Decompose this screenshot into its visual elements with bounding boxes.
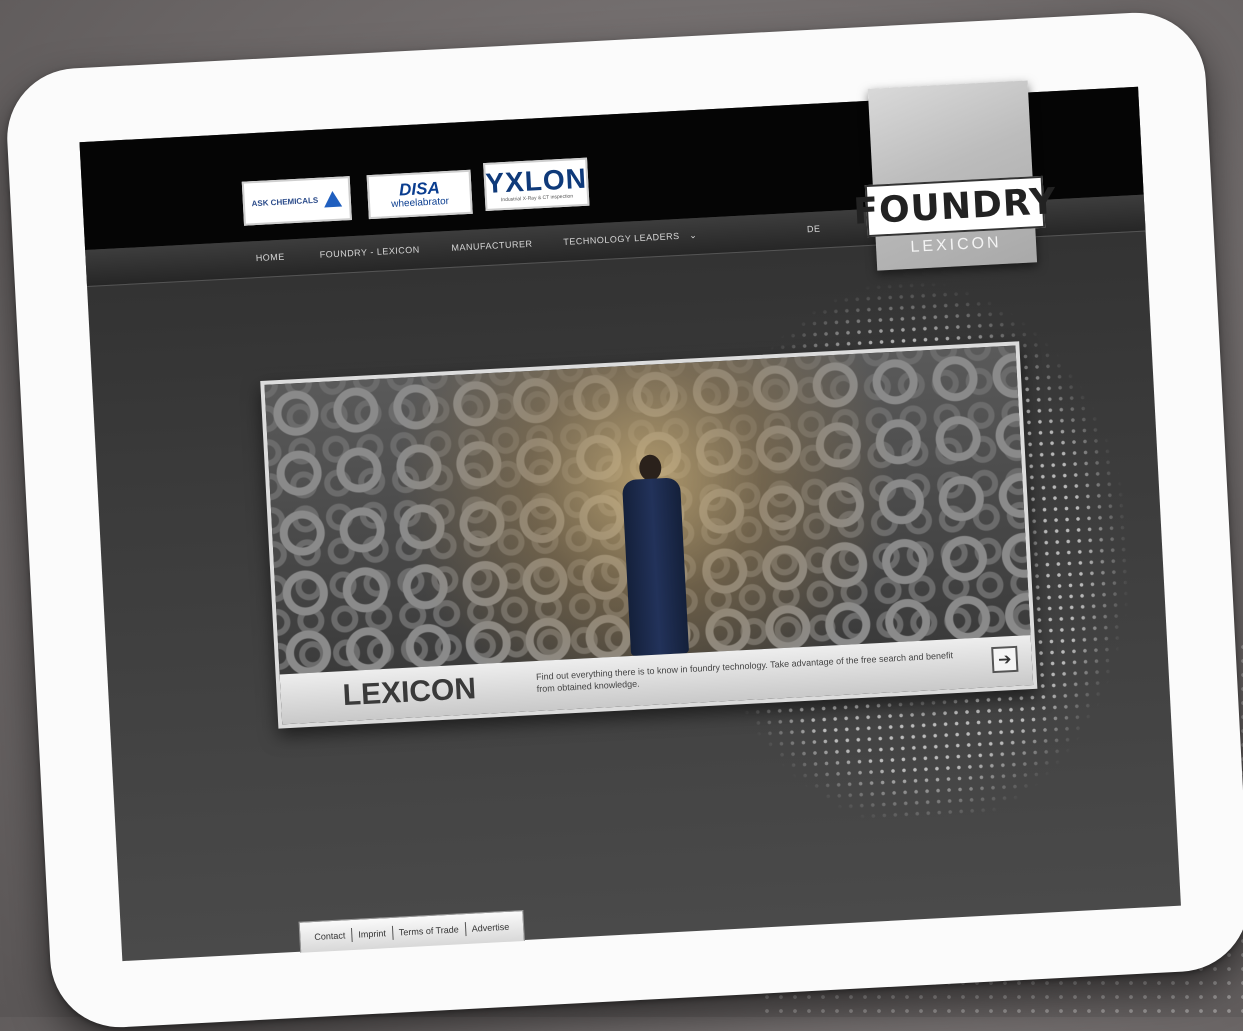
footer-link-imprint[interactable]: Imprint bbox=[352, 928, 392, 940]
yxlon-logo[interactable]: YXLON Industrial X-Ray & CT inspection bbox=[483, 157, 590, 212]
nav-item-manufacturer[interactable]: MANUFACTURER bbox=[451, 239, 532, 253]
footer-link-advertise[interactable]: Advertise bbox=[466, 921, 516, 934]
brand-title: FOUNDRY bbox=[852, 175, 1058, 238]
nav-item-foundry-lexicon[interactable]: FOUNDRY - LEXICON bbox=[319, 245, 420, 260]
brand-subtitle: LEXICON bbox=[910, 234, 1003, 256]
nav-item-technology-leaders[interactable]: TECHNOLOGY LEADERS bbox=[563, 231, 680, 247]
disa-logo[interactable]: DISA wheelabrator bbox=[366, 169, 473, 220]
figure-body bbox=[621, 477, 690, 657]
tablet-frame: ASK CHEMICALS DISA wheelabrator YXLON In… bbox=[3, 9, 1243, 1031]
triangle-icon bbox=[323, 190, 343, 208]
figure-head bbox=[638, 454, 662, 482]
arrow-right-icon[interactable]: ➔ bbox=[991, 645, 1019, 674]
website-screen: ASK CHEMICALS DISA wheelabrator YXLON In… bbox=[79, 80, 1181, 962]
gears-hero-image bbox=[264, 345, 1031, 675]
chevron-down-icon[interactable]: ⌄ bbox=[689, 230, 698, 241]
hero-title: LEXICON bbox=[341, 672, 477, 713]
footer-links: Contact Imprint Terms of Trade Advertise bbox=[298, 910, 525, 953]
footer-link-contact[interactable]: Contact bbox=[308, 930, 351, 942]
nav-item-home[interactable]: HOME bbox=[256, 252, 285, 264]
language-switch[interactable]: DE bbox=[807, 224, 821, 235]
lexicon-hero-banner[interactable]: LEXICON Find out everything there is to … bbox=[260, 341, 1038, 729]
footer-link-terms-of-trade[interactable]: Terms of Trade bbox=[393, 924, 465, 938]
foundry-lexicon-brand[interactable]: FOUNDRY LEXICON bbox=[852, 80, 1058, 271]
businessman-figure bbox=[621, 453, 690, 657]
wheelabrator-logo-text: wheelabrator bbox=[390, 195, 450, 210]
ask-chemicals-logo[interactable]: ASK CHEMICALS bbox=[241, 176, 352, 226]
ask-logo-text: ASK CHEMICALS bbox=[251, 195, 319, 208]
